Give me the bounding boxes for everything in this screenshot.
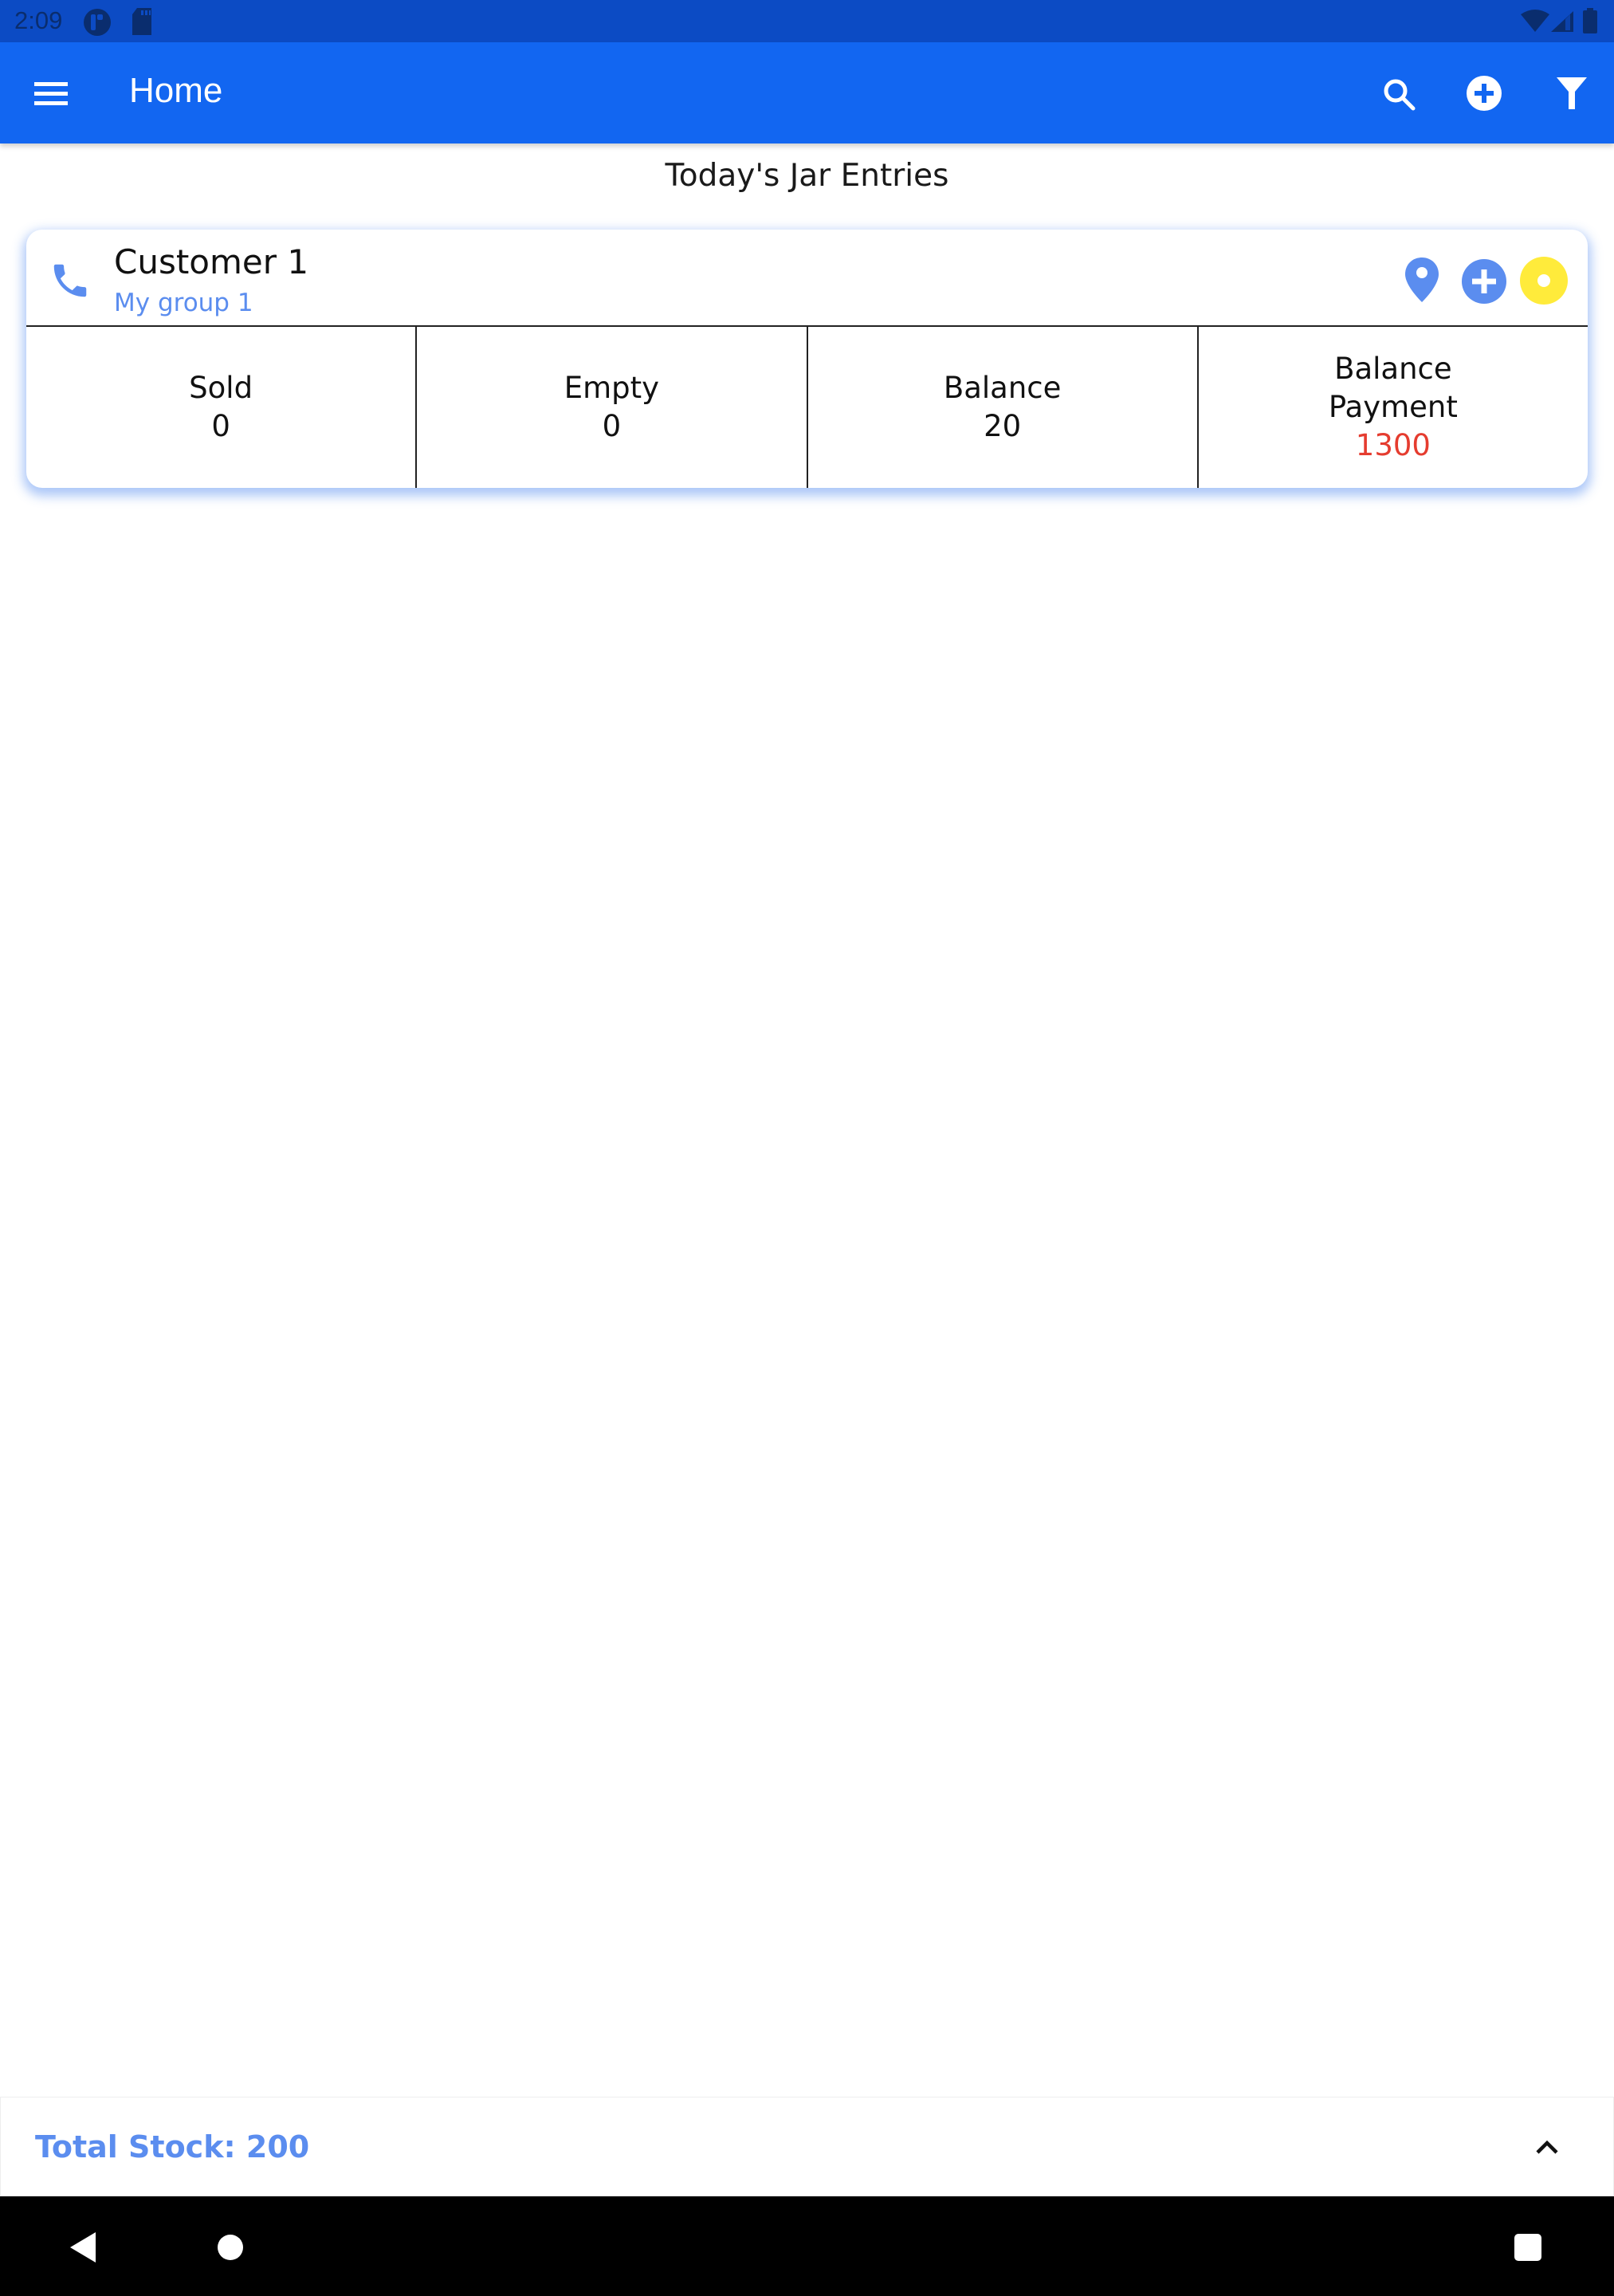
back-button[interactable] <box>56 2222 112 2273</box>
customer-entry-card[interactable]: Customer 1 My group 1 Sold 0 Empty 0 Bal… <box>26 230 1588 488</box>
stat-value: 0 <box>602 409 622 443</box>
add-circle-icon <box>1467 76 1502 111</box>
stat-balance-payment: Balance Payment 1300 <box>1199 327 1588 488</box>
card-header: Customer 1 My group 1 <box>26 230 1588 327</box>
call-button[interactable] <box>42 257 98 305</box>
search-button[interactable] <box>1376 71 1424 119</box>
app-bar: Home <box>0 42 1614 144</box>
phone-icon <box>53 264 87 297</box>
customer-group: My group 1 <box>114 289 253 317</box>
location-pin-icon <box>1405 258 1439 302</box>
home-button[interactable] <box>202 2222 258 2273</box>
filter-button[interactable] <box>1548 69 1596 117</box>
status-time: 2:09 <box>14 6 63 34</box>
status-indicator[interactable] <box>1518 255 1569 306</box>
chevron-up-icon <box>1536 2140 1558 2154</box>
stat-sold: Sold 0 <box>26 327 418 488</box>
app-title: Home <box>129 71 223 110</box>
customer-name[interactable]: Customer 1 <box>114 242 308 281</box>
wifi-icon <box>1521 10 1549 35</box>
stat-label: Sold <box>189 371 253 405</box>
hamburger-menu-icon <box>34 82 68 105</box>
stat-label: Balance <box>943 371 1062 405</box>
stat-value: 1300 <box>1355 428 1431 462</box>
home-icon <box>218 2235 243 2260</box>
battery-icon <box>1583 8 1597 37</box>
total-stock-label: Total Stock: 200 <box>35 2129 310 2164</box>
section-title: Today's Jar Entries <box>665 158 949 194</box>
filter-icon <box>1557 77 1587 109</box>
recents-icon <box>1514 2234 1541 2261</box>
menu-button[interactable] <box>29 71 73 116</box>
search-icon <box>1384 79 1416 111</box>
stats-row: Sold 0 Empty 0 Balance 20 Balance Paymen… <box>26 327 1588 488</box>
status-bar: 2:09 <box>0 0 1614 42</box>
stat-label: Balance <box>1334 352 1452 386</box>
status-dot-icon <box>1520 257 1568 305</box>
location-button[interactable] <box>1399 255 1445 305</box>
back-icon <box>70 2232 96 2263</box>
sd-card-icon <box>131 8 153 38</box>
system-nav-bar <box>0 2196 1614 2296</box>
add-button[interactable] <box>1460 69 1508 117</box>
stat-empty: Empty 0 <box>417 327 808 488</box>
stat-value: 0 <box>211 409 230 443</box>
stat-value: 20 <box>984 409 1022 443</box>
signal-icon <box>1551 11 1573 35</box>
p-notification-icon <box>83 8 112 40</box>
expand-button[interactable] <box>1523 2123 1571 2171</box>
add-entry-button[interactable] <box>1459 257 1509 306</box>
recents-button[interactable] <box>1500 2222 1556 2273</box>
add-circle-icon <box>1462 259 1506 304</box>
total-stock-bar[interactable]: Total Stock: 200 <box>0 2097 1614 2196</box>
stat-balance: Balance 20 <box>808 327 1199 488</box>
stat-label: Payment <box>1328 390 1458 424</box>
stat-label: Empty <box>564 371 660 405</box>
